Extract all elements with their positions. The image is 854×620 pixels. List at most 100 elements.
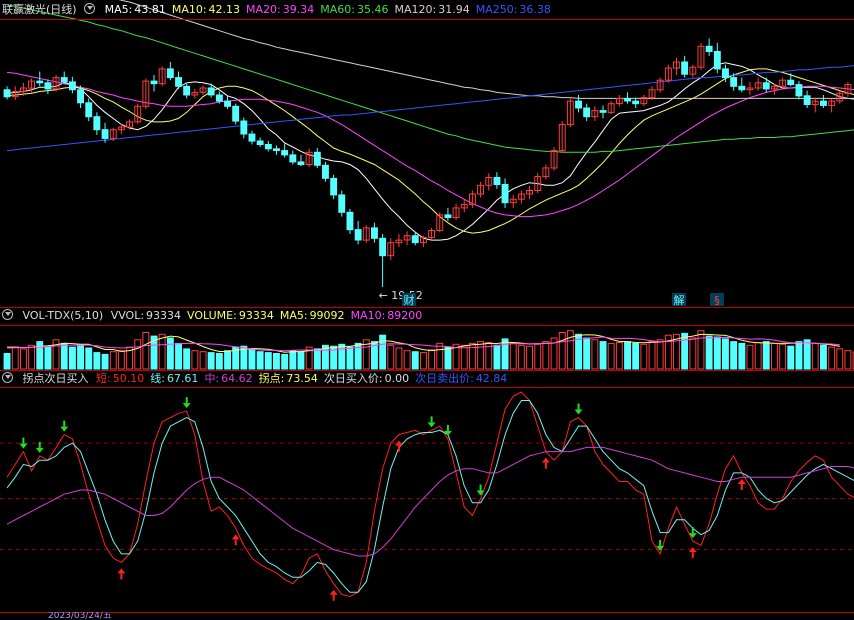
candle bbox=[493, 172, 501, 189]
ind-legend-item-value: 42.84 bbox=[475, 372, 508, 385]
vol-legend-item-label: MA5: bbox=[279, 309, 308, 322]
candle bbox=[403, 231, 411, 246]
candle bbox=[158, 66, 166, 87]
volume-bar bbox=[256, 351, 264, 370]
volume-bar bbox=[558, 332, 566, 370]
volume-bar bbox=[191, 350, 199, 370]
vol-legend-item-value: 93334 bbox=[146, 309, 182, 322]
candle bbox=[85, 98, 93, 122]
volume-legend: VOL-TDX(5,10) VVOL: 93334 VOLUME: 93334 MA5:… bbox=[2, 308, 434, 324]
candle bbox=[330, 174, 338, 200]
candle bbox=[362, 225, 370, 243]
volume-bar bbox=[624, 341, 631, 370]
candle bbox=[240, 117, 248, 139]
candle bbox=[591, 106, 599, 122]
ind-legend-item-value: 73.54 bbox=[286, 372, 318, 385]
volume-bar bbox=[713, 336, 721, 370]
candle bbox=[632, 97, 640, 109]
ma-legend-item-label: MA60: bbox=[320, 3, 355, 16]
ma-line-ma60 bbox=[6, 4, 854, 153]
candle bbox=[264, 141, 272, 152]
volume-bar bbox=[20, 348, 27, 370]
buy-arrow-icon bbox=[541, 457, 550, 469]
candle bbox=[379, 233, 387, 287]
sell-arrow-stem bbox=[691, 527, 694, 534]
volume-bar bbox=[436, 342, 444, 370]
volume-bar bbox=[420, 352, 427, 370]
volume-bar bbox=[281, 353, 289, 370]
candle-body bbox=[411, 235, 419, 244]
ma-legend-item-value: 42.13 bbox=[208, 3, 241, 16]
event-badge-label: § bbox=[714, 294, 720, 307]
volume-bar bbox=[338, 343, 346, 370]
candle bbox=[11, 86, 19, 101]
ma-legend-item-label: MA10: bbox=[171, 3, 207, 16]
volume-bar bbox=[779, 343, 787, 370]
volume-bar bbox=[509, 342, 517, 370]
candle-body bbox=[493, 177, 501, 185]
dropdown-icon[interactable] bbox=[2, 309, 13, 320]
ma-legend-item-value: 39.34 bbox=[282, 3, 315, 16]
volume-bar bbox=[109, 351, 117, 370]
volume-bar bbox=[224, 350, 232, 370]
price-panel[interactable]: ← 19.52财 解 § bbox=[3, 0, 854, 307]
ma-legend-item-3: MA60: 35.46 bbox=[320, 3, 388, 16]
candle bbox=[640, 94, 648, 107]
indicator-legend: 拐点次日买入 短: 50.10 线: 67.61 中: 64.62 拐点: 73.54 次日买入… bbox=[2, 371, 519, 387]
candle-body bbox=[240, 120, 248, 135]
ma-legend-item-0: MA5: 43.81 bbox=[105, 3, 166, 16]
volume-bar bbox=[142, 332, 150, 370]
volume-bar bbox=[648, 341, 656, 370]
volume-bar bbox=[836, 348, 844, 370]
candle-body bbox=[730, 77, 738, 87]
candle-body bbox=[297, 161, 305, 165]
volume-bar bbox=[607, 342, 615, 370]
ma-legend-item-5: MA250: 36.38 bbox=[476, 3, 551, 16]
candle-body bbox=[44, 82, 52, 90]
candle bbox=[697, 42, 705, 70]
candle bbox=[526, 186, 533, 200]
candle bbox=[656, 77, 664, 93]
candle bbox=[599, 105, 607, 119]
volume-bar bbox=[771, 342, 778, 370]
buy-arrow-head bbox=[117, 568, 126, 574]
buy-arrow-icon bbox=[688, 547, 697, 559]
volume-bar bbox=[134, 339, 142, 370]
candle-body bbox=[820, 100, 827, 106]
volume-bar bbox=[656, 339, 664, 370]
candle bbox=[166, 61, 174, 81]
candle bbox=[550, 147, 558, 171]
volume-bar bbox=[36, 341, 44, 370]
dropdown-icon[interactable] bbox=[2, 372, 13, 383]
vol-legend-item-value: 89200 bbox=[387, 309, 423, 322]
dropdown-icon[interactable] bbox=[84, 3, 96, 14]
candle bbox=[803, 90, 811, 109]
volume-bar bbox=[289, 350, 297, 370]
ma-legend-item-2: MA20: 39.34 bbox=[246, 3, 314, 16]
candle bbox=[607, 101, 615, 115]
buy-arrow-stem bbox=[397, 445, 400, 452]
indicator-panel[interactable] bbox=[0, 391, 854, 601]
candle-body bbox=[354, 229, 362, 241]
volume-panel[interactable] bbox=[3, 330, 854, 370]
candle bbox=[754, 77, 762, 91]
candle bbox=[705, 38, 713, 56]
candle bbox=[313, 147, 321, 168]
volume-bar bbox=[199, 351, 207, 370]
candle bbox=[501, 178, 509, 208]
candle bbox=[713, 42, 721, 74]
candle-body bbox=[264, 144, 272, 150]
vol-legend-item-0: VVOL: 93334 bbox=[111, 309, 181, 322]
candle bbox=[738, 77, 746, 93]
candle-body bbox=[722, 68, 729, 79]
ma-legend-item-value: 43.81 bbox=[134, 3, 166, 16]
candle bbox=[199, 85, 207, 95]
ind-legend-item-label: 次日卖出价: bbox=[415, 372, 474, 385]
ind-legend-item-label: 拐点: bbox=[258, 372, 285, 385]
sell-arrow-stem bbox=[38, 441, 41, 448]
candle-body bbox=[379, 237, 387, 257]
candle-body bbox=[273, 148, 280, 152]
candle bbox=[820, 94, 827, 109]
volume-bar bbox=[632, 342, 640, 370]
ma-legend-item-label: MA5: bbox=[104, 3, 133, 16]
